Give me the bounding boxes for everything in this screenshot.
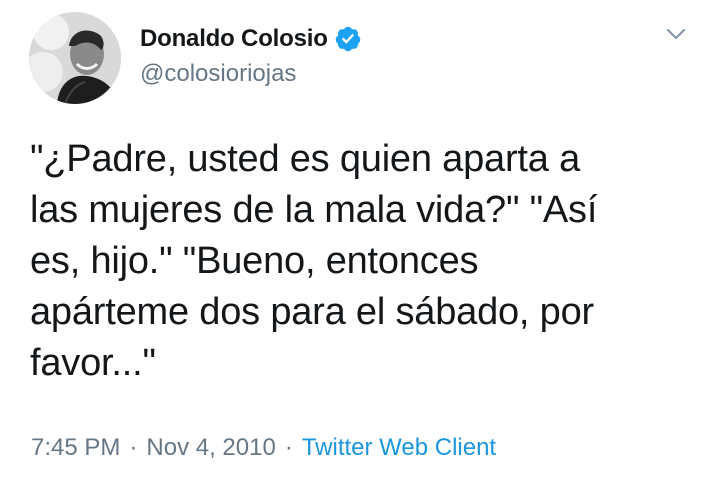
tweet-time[interactable]: 7:45 PM (31, 434, 120, 462)
tweet-source-link[interactable]: Twitter Web Client (302, 434, 496, 462)
separator: · (129, 434, 138, 461)
author-name-row: Donaldo Colosio (140, 22, 362, 56)
tweet-date[interactable]: Nov 4, 2010 (146, 434, 275, 462)
author-handle[interactable]: @colosioriojas (140, 60, 296, 88)
author-display-name[interactable]: Donaldo Colosio (140, 25, 328, 53)
tweet-metadata: 7:45 PM · Nov 4, 2010 · Twitter Web Clie… (31, 434, 496, 462)
verified-badge-icon (334, 25, 362, 53)
avatar[interactable] (29, 12, 121, 104)
tweet-card: Donaldo Colosio @colosioriojas "¿Padre, … (0, 0, 720, 483)
tweet-text: "¿Padre, usted es quien aparta a las muj… (30, 138, 598, 384)
chevron-down-icon[interactable] (664, 24, 688, 44)
separator: · (284, 434, 293, 461)
